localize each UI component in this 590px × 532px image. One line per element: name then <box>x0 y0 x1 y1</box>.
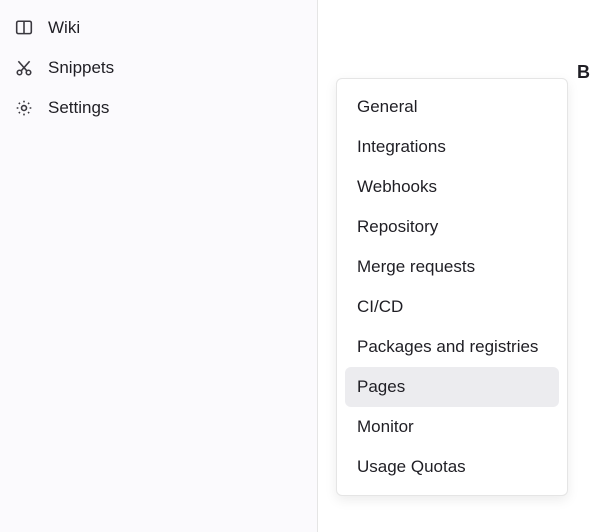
sidebar-item-settings[interactable]: Settings <box>0 88 317 128</box>
sidebar-item-label: Wiki <box>48 18 80 38</box>
flyout-item-webhooks[interactable]: Webhooks <box>345 167 559 207</box>
flyout-item-pages[interactable]: Pages <box>345 367 559 407</box>
flyout-item-general[interactable]: General <box>345 87 559 127</box>
flyout-item-merge-requests[interactable]: Merge requests <box>345 247 559 287</box>
settings-flyout: General Integrations Webhooks Repository… <box>336 78 568 496</box>
sidebar-item-wiki[interactable]: Wiki <box>0 8 317 48</box>
flyout-item-integrations[interactable]: Integrations <box>345 127 559 167</box>
sidebar: Wiki Snippets Settings <box>0 0 318 532</box>
scissors-icon <box>14 58 34 78</box>
flyout-item-repository[interactable]: Repository <box>345 207 559 247</box>
flyout-item-monitor[interactable]: Monitor <box>345 407 559 447</box>
flyout-item-packages-registries[interactable]: Packages and registries <box>345 327 559 367</box>
partial-heading: B <box>577 62 590 83</box>
gear-icon <box>14 98 34 118</box>
sidebar-item-snippets[interactable]: Snippets <box>0 48 317 88</box>
sidebar-item-label: Snippets <box>48 58 114 78</box>
book-icon <box>14 18 34 38</box>
sidebar-item-label: Settings <box>48 98 109 118</box>
flyout-item-cicd[interactable]: CI/CD <box>345 287 559 327</box>
flyout-item-usage-quotas[interactable]: Usage Quotas <box>345 447 559 487</box>
